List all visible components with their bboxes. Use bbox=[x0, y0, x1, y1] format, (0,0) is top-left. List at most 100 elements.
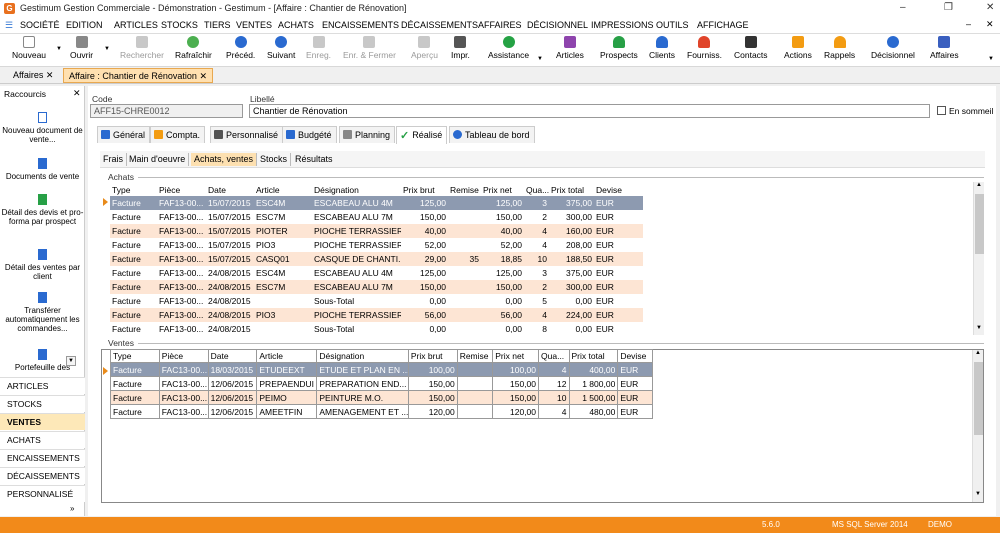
preced-button[interactable]: Précéd. bbox=[226, 36, 255, 60]
col-piece[interactable]: Pièce bbox=[157, 183, 206, 196]
code-field[interactable]: AFF15-CHRE0012 bbox=[90, 104, 243, 118]
assistance-dropdown-icon[interactable]: ▼ bbox=[537, 56, 543, 62]
subtab-stocks[interactable]: Stocks bbox=[257, 153, 292, 166]
menu-affaires[interactable]: Affaires bbox=[478, 20, 522, 30]
menu-articles[interactable]: Articles bbox=[114, 20, 158, 30]
decisionnel-button[interactable]: Décisionnel bbox=[871, 36, 915, 60]
affaires-button[interactable]: Affaires bbox=[930, 36, 959, 60]
menu-stocks[interactable]: Stocks bbox=[161, 20, 198, 30]
nav-ventes[interactable]: Ventes bbox=[0, 413, 85, 430]
achats-table-row[interactable]: Facture FAF13-00... 15/07/2015 ESC4M ESCABEA… bbox=[110, 196, 643, 210]
actions-button[interactable]: Actions bbox=[784, 36, 812, 60]
rafraichir-button[interactable]: Rafraîchir bbox=[175, 36, 212, 60]
rappels-button[interactable]: Rappels bbox=[824, 36, 855, 60]
achats-scrollbar[interactable]: ▲ ▼ bbox=[973, 182, 984, 335]
col-devise[interactable]: Devise bbox=[617, 349, 653, 363]
menu-tiers[interactable]: Tiers bbox=[204, 20, 231, 30]
achats-table-row[interactable]: Facture FAF13-00... 15/07/2015 PIO3 PIOCHE T… bbox=[110, 238, 643, 252]
nav-personnalise[interactable]: Personnalisé bbox=[0, 485, 85, 502]
shortcut-detail-ventes[interactable]: Détail des ventes par client bbox=[0, 249, 85, 281]
scroll-down-icon[interactable]: ▼ bbox=[976, 325, 982, 331]
nav-articles[interactable]: Articles bbox=[0, 377, 85, 394]
col-type[interactable]: Type bbox=[110, 183, 157, 196]
col-date[interactable]: Date bbox=[207, 349, 258, 363]
tab-close-icon[interactable]: ✕ bbox=[199, 71, 207, 81]
subtab-main-oeuvre[interactable]: Main d'oeuvre bbox=[126, 153, 190, 166]
assistance-button[interactable]: Assistance bbox=[488, 36, 529, 60]
tab-affaire-chantier[interactable]: Affaire : Chantier de Rénovation ✕ bbox=[63, 68, 213, 83]
col-designation[interactable]: Désignation bbox=[316, 349, 409, 363]
col-quantite[interactable]: Qua... bbox=[538, 349, 570, 363]
shortcut-transferer-commandes[interactable]: Transférer automatiquement les commandes… bbox=[0, 292, 85, 333]
restore-icon[interactable]: ❐ bbox=[944, 2, 953, 13]
achats-table-row[interactable]: Facture FAF13-00... 15/07/2015 ESC7M ESCABEA… bbox=[110, 210, 643, 224]
col-prix-net[interactable]: Prix net bbox=[481, 183, 524, 196]
mdi-minimize-icon[interactable]: – bbox=[966, 19, 971, 29]
shortcut-documents-vente[interactable]: Documents de vente bbox=[0, 158, 85, 181]
tab-planning[interactable]: Planning bbox=[339, 126, 396, 143]
achats-table-row[interactable]: Facture FAF13-00... 15/07/2015 CASQ01 CASQUE… bbox=[110, 252, 643, 266]
col-article[interactable]: Article bbox=[254, 183, 312, 196]
shortcut-nouveau-document[interactable]: Nouveau document de vente... bbox=[0, 112, 85, 144]
subtab-resultats[interactable]: Résultats bbox=[292, 153, 336, 166]
nav-achats[interactable]: Achats bbox=[0, 431, 85, 448]
en-sommeil-checkbox[interactable] bbox=[937, 106, 946, 115]
achats-table-row[interactable]: Facture FAF13-00... 24/08/2015 Sous-Total 0,… bbox=[110, 294, 643, 308]
menu-ventes[interactable]: Ventes bbox=[236, 20, 272, 30]
apercu-button[interactable]: Aperçu bbox=[411, 36, 438, 60]
tab-close-icon[interactable]: ✕ bbox=[46, 70, 54, 80]
articles-button[interactable]: Articles bbox=[556, 36, 584, 60]
scroll-up-icon[interactable]: ▲ bbox=[975, 350, 981, 356]
rechercher-button[interactable]: Rechercher bbox=[120, 36, 164, 60]
toolbar-overflow-icon[interactable]: ▼ bbox=[988, 56, 994, 62]
sidebar-expand-icon[interactable]: » bbox=[70, 504, 74, 513]
col-prix-total[interactable]: Prix total bbox=[549, 183, 594, 196]
col-devise[interactable]: Devise bbox=[594, 183, 643, 196]
achats-table-row[interactable]: Facture FAF13-00... 15/07/2015 PIOTER PIOCHE… bbox=[110, 224, 643, 238]
col-designation[interactable]: Désignation bbox=[312, 183, 401, 196]
achats-table-row[interactable]: Facture FAF13-00... 24/08/2015 ESC4M ESCABEA… bbox=[110, 266, 643, 280]
menu-affichage[interactable]: Affichage bbox=[697, 20, 749, 30]
tab-personnalise[interactable]: Personnalisé bbox=[210, 126, 284, 143]
clients-button[interactable]: Clients bbox=[649, 36, 675, 60]
nav-encaissements[interactable]: Encaissements bbox=[0, 449, 85, 466]
tab-affaires[interactable]: Affaires ✕ bbox=[8, 68, 58, 83]
ouvrir-button[interactable]: Ouvrir bbox=[70, 36, 93, 60]
mdi-close-icon[interactable]: ✕ bbox=[986, 19, 994, 30]
tab-realise[interactable]: ✓ Réalisé bbox=[396, 126, 448, 144]
ventes-table-row[interactable]: Facture FAC13-00... 12/06/2015 PREPAENDUI PR… bbox=[110, 376, 653, 391]
sidebar-close-icon[interactable]: ✕ bbox=[73, 88, 81, 99]
menu-edition[interactable]: Edition bbox=[66, 20, 103, 30]
achats-table-row[interactable]: Facture FAF13-00... 24/08/2015 Sous-Total 0,… bbox=[110, 322, 643, 336]
col-piece[interactable]: Pièce bbox=[158, 349, 209, 363]
col-remise[interactable]: Remise bbox=[448, 183, 481, 196]
suivant-button[interactable]: Suivant bbox=[267, 36, 295, 60]
achats-table-row[interactable]: Facture FAF13-00... 24/08/2015 PIO3 PIOCHE T… bbox=[110, 308, 643, 322]
ventes-table-row[interactable]: Facture FAC13-00... 18/03/2015 ETUDEEXT ETUD… bbox=[110, 362, 653, 377]
ventes-scrollbar[interactable]: ▲ ▼ bbox=[972, 350, 983, 502]
tab-tableau-de-bord[interactable]: Tableau de bord bbox=[449, 126, 535, 143]
nav-decaissements[interactable]: Décaissements bbox=[0, 467, 85, 484]
libelle-field[interactable]: Chantier de Rénovation bbox=[249, 104, 930, 118]
menu-encaissements[interactable]: Encaissements bbox=[322, 20, 399, 30]
tab-general[interactable]: Général bbox=[97, 126, 151, 143]
scroll-up-icon[interactable]: ▲ bbox=[976, 182, 982, 188]
prospects-button[interactable]: Prospects bbox=[600, 36, 638, 60]
shortcuts-scroll-down-icon[interactable]: ▼ bbox=[66, 356, 76, 366]
fourniss-button[interactable]: Fourniss. bbox=[687, 36, 722, 60]
scroll-down-icon[interactable]: ▼ bbox=[975, 491, 981, 497]
menu-outils[interactable]: Outils bbox=[656, 20, 689, 30]
enreg-button[interactable]: Enreg. bbox=[306, 36, 331, 60]
col-prix-brut[interactable]: Prix brut bbox=[407, 349, 458, 363]
ventes-table-row[interactable]: Facture FAC13-00... 12/06/2015 AMEETFIN AMEN… bbox=[110, 404, 653, 419]
menu-societe[interactable]: Société bbox=[20, 20, 60, 30]
col-prix-brut[interactable]: Prix brut bbox=[401, 183, 448, 196]
subtab-achats-ventes[interactable]: Achats, ventes bbox=[191, 153, 258, 166]
nav-stocks[interactable]: Stocks bbox=[0, 395, 85, 412]
col-article[interactable]: Article bbox=[256, 349, 318, 363]
tab-budgete[interactable]: Budgété bbox=[282, 126, 337, 143]
col-prix-net[interactable]: Prix net bbox=[492, 349, 540, 363]
enr-fermer-button[interactable]: Enr. & Fermer bbox=[343, 36, 396, 60]
tab-compta[interactable]: Compta. bbox=[150, 126, 206, 143]
menu-achats[interactable]: Achats bbox=[278, 20, 314, 30]
